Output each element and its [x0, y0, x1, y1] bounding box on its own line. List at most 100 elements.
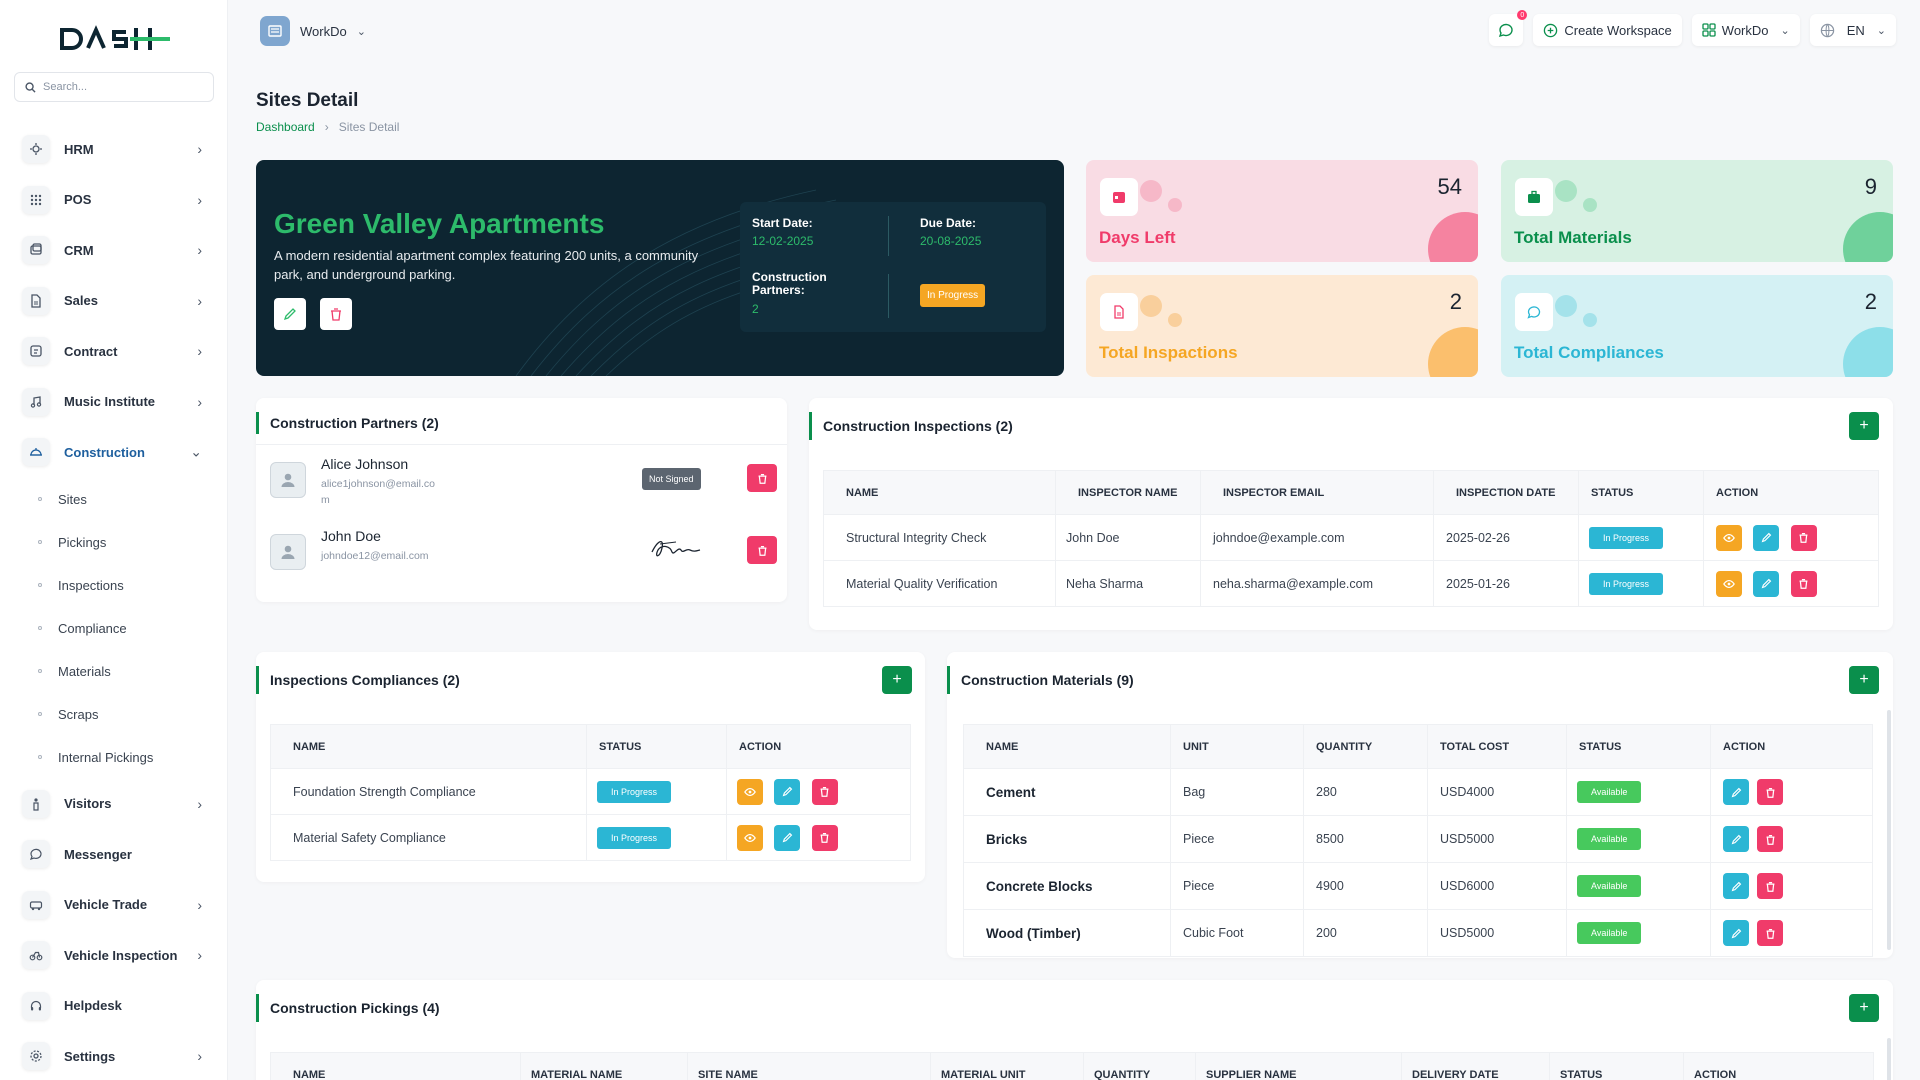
add-compliance-button[interactable]: + — [882, 666, 912, 694]
sidebar-item-construction[interactable]: Construction ⌄ — [0, 427, 228, 478]
bullet-icon — [38, 540, 42, 544]
crm-icon — [22, 236, 50, 265]
chat-icon — [1499, 23, 1514, 38]
chevron-down-icon: ⌄ — [1780, 24, 1790, 37]
table-cell: USD4000 — [1427, 768, 1567, 816]
view-button[interactable] — [1716, 524, 1742, 551]
partners-value: 2 — [752, 302, 759, 316]
workspace-name: WorkDo — [300, 23, 347, 39]
sidebar-subitem-internal-pickings[interactable]: Internal Pickings — [0, 736, 228, 779]
chevron-right-icon: › — [197, 393, 202, 410]
view-button[interactable] — [737, 824, 763, 851]
breadcrumb-home-link[interactable]: Dashboard — [256, 120, 315, 134]
partner-email-line: alice1johnson@email.co — [321, 478, 435, 490]
column-header: NAME — [270, 1052, 521, 1080]
subitem-label: Inspections — [58, 577, 124, 593]
column-header: STATUS — [1566, 724, 1711, 769]
column-header: DELIVERY DATE — [1401, 1052, 1550, 1080]
sidebar-subitem-sites[interactable]: Sites — [0, 478, 228, 521]
decor-bubble — [1140, 180, 1162, 202]
workspace-switcher[interactable]: WorkDo ⌄ — [260, 14, 374, 48]
add-inspection-button[interactable]: + — [1849, 412, 1879, 440]
sidebar-item-music-institute[interactable]: Music Institute › — [0, 377, 228, 428]
edit-button[interactable] — [774, 824, 801, 851]
pencil-icon — [1761, 532, 1772, 543]
sidebar-item-label: Messenger — [64, 846, 132, 862]
subitem-label: Sites — [58, 491, 87, 507]
subitem-label: Internal Pickings — [58, 749, 154, 765]
sidebar-item-messenger[interactable]: Messenger — [0, 829, 228, 880]
edit-button[interactable] — [1723, 826, 1749, 852]
scrollbar[interactable] — [1887, 1038, 1891, 1080]
delete-button[interactable] — [811, 824, 838, 851]
plus-circle-icon — [1544, 23, 1558, 37]
sidebar-subitem-pickings[interactable]: Pickings — [0, 521, 228, 564]
edit-button[interactable] — [1753, 524, 1780, 551]
scrollbar[interactable] — [1887, 710, 1891, 950]
sidebar-item-sales[interactable]: Sales › — [0, 276, 228, 327]
subitem-label: Pickings — [58, 534, 107, 550]
delete-button[interactable] — [1757, 873, 1783, 899]
sidebar-item-helpdesk[interactable]: Helpdesk — [0, 981, 228, 1032]
trash-icon — [1766, 928, 1774, 939]
sidebar-item-contract[interactable]: Contract › — [0, 326, 228, 377]
sidebar-item-label: Music Institute — [64, 394, 156, 410]
delete-button[interactable] — [1757, 826, 1783, 852]
search-input[interactable]: Search... — [14, 72, 214, 102]
total-compliances-label: Total Compliances — [1514, 343, 1664, 362]
view-button[interactable] — [1716, 570, 1742, 597]
status-badge: In Progress — [1589, 526, 1664, 549]
sidebar-item-vehicle-inspection[interactable]: Vehicle Inspection › — [0, 930, 228, 981]
sidebar-item-settings[interactable]: Settings › — [0, 1031, 228, 1080]
workspace-menu-button[interactable]: WorkDo ⌄ — [1691, 14, 1800, 46]
add-material-button[interactable]: + — [1849, 666, 1879, 694]
sidebar-item-hrm[interactable]: HRM › — [0, 124, 228, 175]
sidebar-item-pos[interactable]: POS › — [0, 175, 228, 226]
delete-partner-button[interactable] — [747, 464, 777, 492]
pencil-icon — [782, 832, 793, 843]
delete-partner-button[interactable] — [747, 536, 777, 564]
language-button[interactable]: EN ⌄ — [1809, 14, 1896, 46]
sidebar-item-label: Visitors — [64, 796, 112, 812]
trash-icon — [1766, 787, 1774, 798]
panel-title: Inspections Compliances (2) — [256, 652, 460, 708]
column-header: MATERIAL UNIT — [930, 1052, 1084, 1080]
delete-button[interactable] — [1757, 920, 1783, 946]
delete-site-button[interactable] — [320, 298, 352, 330]
sidebar-subitem-compliance[interactable]: Compliance — [0, 607, 228, 650]
sidebar-subitem-scraps[interactable]: Scraps — [0, 693, 228, 736]
pencil-icon — [1731, 881, 1741, 891]
status-badge: Available — [1577, 781, 1642, 803]
dash-logo[interactable] — [58, 24, 172, 57]
construction-icon — [22, 438, 50, 467]
eye-icon — [1723, 579, 1735, 588]
panel-title: Construction Materials (9) — [947, 652, 1134, 708]
edit-button[interactable] — [1753, 570, 1780, 597]
sidebar-item-vehicle-trade[interactable]: Vehicle Trade › — [0, 880, 228, 931]
delete-button[interactable] — [1790, 524, 1817, 551]
notifications-button[interactable]: 0 — [1489, 10, 1528, 46]
edit-button[interactable] — [1723, 920, 1749, 946]
delete-button[interactable] — [1757, 779, 1783, 805]
edit-button[interactable] — [1723, 779, 1749, 805]
status-badge: In Progress — [597, 780, 672, 803]
vehicle-icon — [22, 890, 50, 919]
due-date-value: 20-08-2025 — [920, 234, 982, 248]
edit-button[interactable] — [774, 778, 801, 805]
document-icon — [1100, 293, 1138, 331]
pencil-icon — [1731, 787, 1741, 797]
delete-button[interactable] — [1790, 570, 1817, 597]
sidebar-item-visitors[interactable]: Visitors › — [0, 779, 228, 830]
sidebar-item-crm[interactable]: CRM › — [0, 225, 228, 276]
column-header: STATUS — [1549, 1052, 1684, 1080]
sidebar-subitem-inspections[interactable]: Inspections — [0, 564, 228, 607]
view-button[interactable] — [737, 778, 763, 805]
create-workspace-button[interactable]: Create Workspace — [1533, 14, 1682, 46]
delete-button[interactable] — [811, 778, 838, 805]
table-cell: John Doe — [1055, 514, 1201, 561]
sidebar-subitem-materials[interactable]: Materials — [0, 650, 228, 693]
avatar — [270, 462, 306, 498]
edit-button[interactable] — [1723, 873, 1749, 899]
add-picking-button[interactable]: + — [1849, 994, 1879, 1022]
edit-site-button[interactable] — [274, 298, 306, 330]
